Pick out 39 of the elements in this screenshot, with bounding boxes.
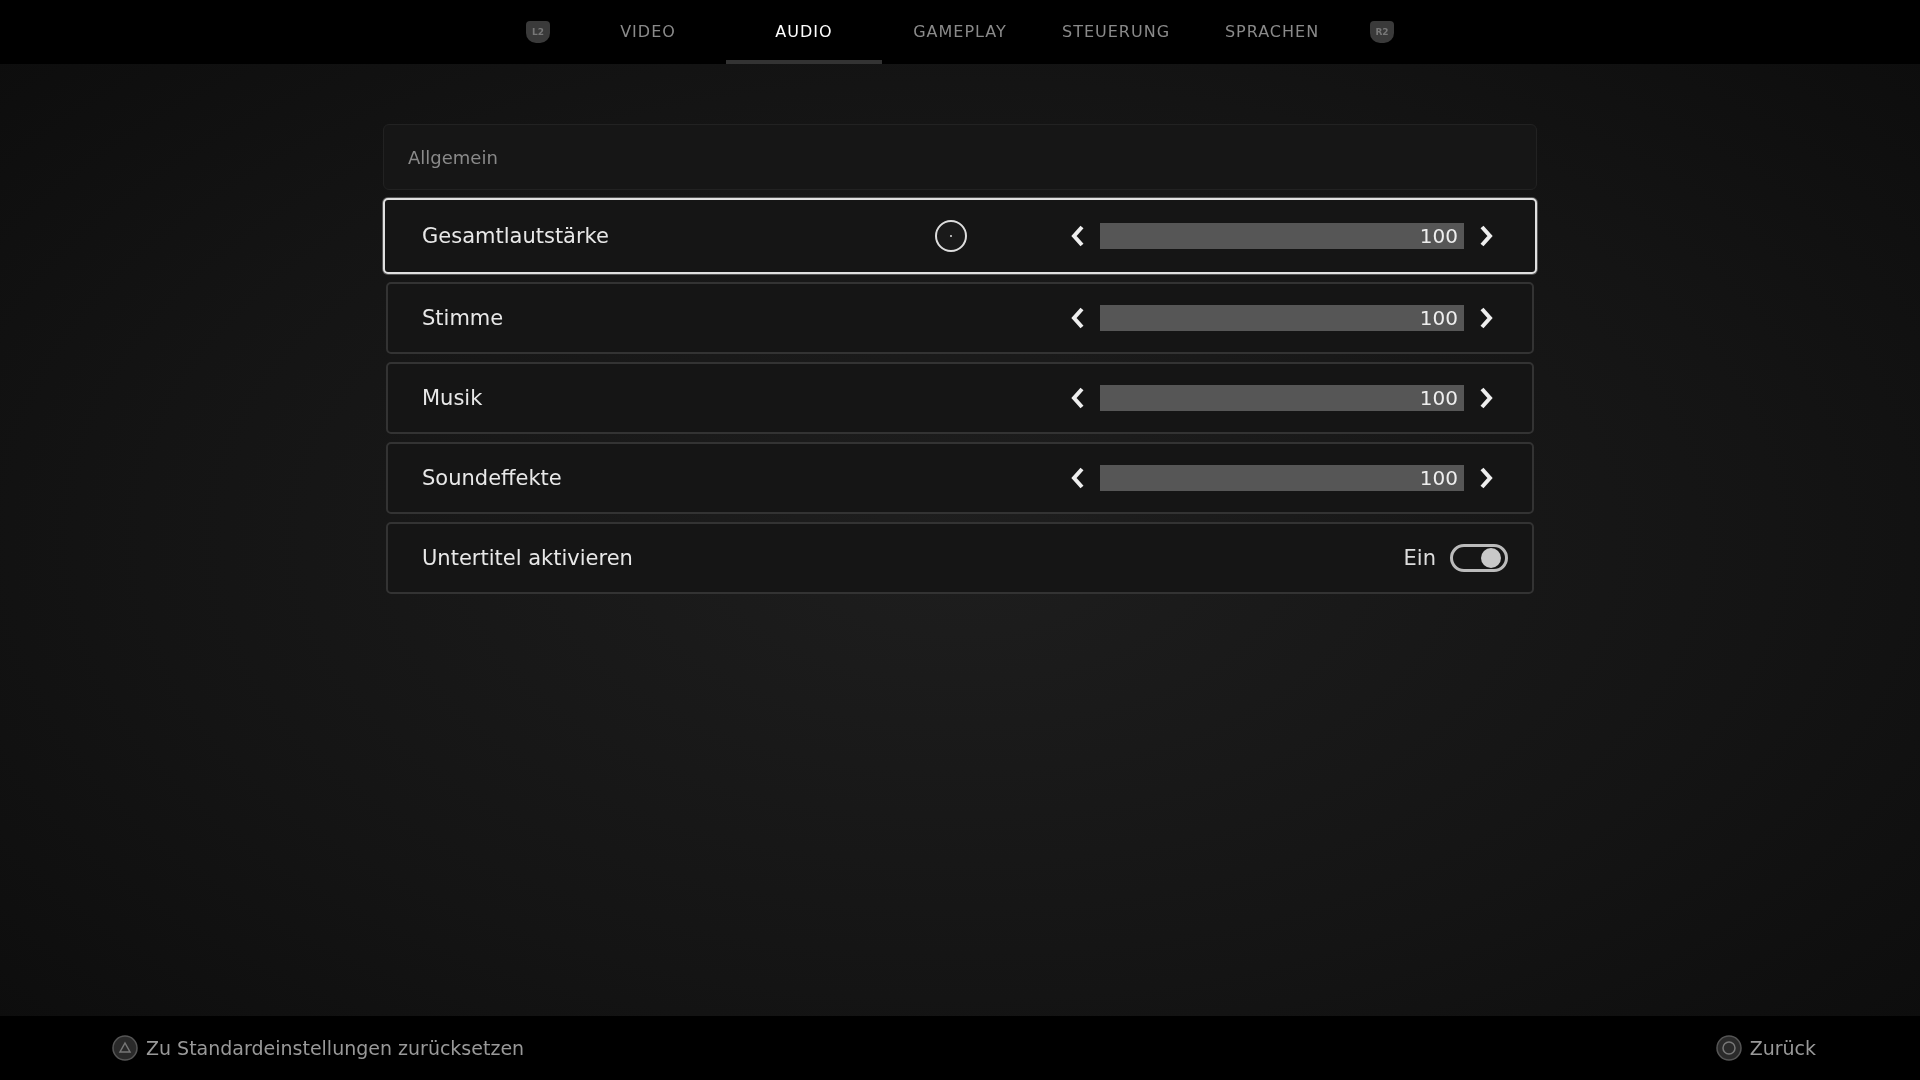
chevron-left-icon[interactable]: [1070, 466, 1086, 490]
chevron-right-icon[interactable]: [1478, 224, 1494, 248]
toggle-value: Ein: [1403, 546, 1436, 570]
circle-button-icon: [1715, 1035, 1742, 1061]
reset-defaults-link[interactable]: Zu Standardeinstellungen zurücksetzen: [146, 1037, 525, 1059]
chevron-right-icon[interactable]: [1478, 306, 1494, 330]
setting-label: Gesamtlautstärke: [422, 224, 610, 248]
chevron-left-icon[interactable]: [1070, 386, 1086, 410]
setting-row[interactable]: Untertitel aktivieren Ein: [386, 522, 1534, 594]
setting-row[interactable]: Soundeffekte 100: [386, 442, 1534, 514]
pointer-cursor-icon: [934, 219, 968, 253]
chevron-left-icon[interactable]: [1070, 306, 1086, 330]
setting-label: Stimme: [422, 306, 505, 330]
setting-row[interactable]: Stimme 100: [386, 282, 1534, 354]
slider-value: 100: [1419, 466, 1459, 490]
tab[interactable]: AUDIO: [726, 0, 882, 64]
tab[interactable]: VIDEO: [570, 0, 726, 64]
slider-track[interactable]: 100: [1100, 305, 1464, 331]
setting-row[interactable]: Gesamtlautstärke 100: [383, 198, 1537, 274]
tab[interactable]: SPRACHEN: [1194, 0, 1350, 64]
chevron-right-icon[interactable]: [1478, 466, 1494, 490]
back-link[interactable]: Zurück: [1749, 1037, 1816, 1059]
setting-label: Musik: [422, 386, 484, 410]
chevron-left-icon[interactable]: [1070, 224, 1086, 248]
slider-track[interactable]: 100: [1100, 223, 1464, 249]
toggle-switch[interactable]: [1450, 544, 1508, 572]
tab[interactable]: GAMEPLAY: [882, 0, 1038, 64]
setting-row[interactable]: Musik 100: [386, 362, 1534, 434]
triangle-button-icon: [112, 1035, 138, 1061]
slider-value: 100: [1419, 224, 1459, 248]
setting-label: Untertitel aktivieren: [422, 546, 634, 570]
tab[interactable]: STEUERUNG: [1038, 0, 1194, 64]
slider-value: 100: [1419, 306, 1459, 330]
slider-track[interactable]: 100: [1100, 385, 1464, 411]
setting-label: Soundeffekte: [422, 466, 563, 490]
slider-track[interactable]: 100: [1100, 465, 1464, 491]
slider-value: 100: [1419, 386, 1459, 410]
chevron-right-icon[interactable]: [1478, 386, 1494, 410]
section-title: Allgemein: [408, 146, 498, 168]
